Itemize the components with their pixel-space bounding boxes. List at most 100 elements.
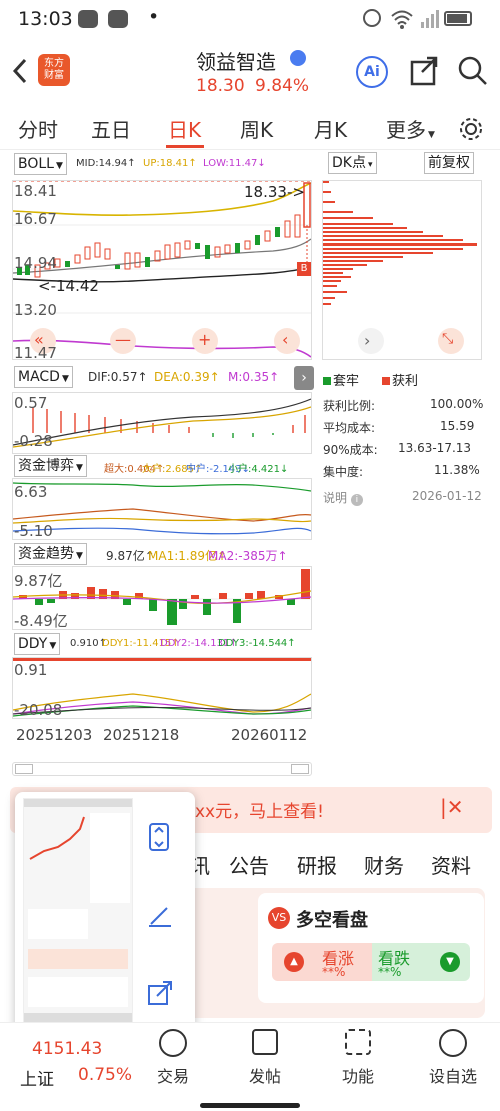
nav-post[interactable]: 发帖: [230, 1029, 300, 1087]
settings-gear-icon[interactable]: [458, 116, 484, 142]
chip-stat-value: 11.38%: [434, 463, 480, 477]
post-icon: [252, 1029, 278, 1055]
kline-scrollbar[interactable]: [12, 762, 312, 776]
nav-function-label: 功能: [341, 1067, 374, 1086]
edit-pen-icon[interactable]: [147, 902, 173, 928]
down-arrow-icon: ▼: [440, 952, 460, 972]
boll-label: BOLL: [18, 156, 54, 172]
boll-axis-top: 18.41: [14, 182, 57, 200]
fund-game-panel[interactable]: [12, 478, 312, 540]
trade-icon: [159, 1029, 187, 1057]
nav-function[interactable]: 功能: [323, 1029, 393, 1087]
stock-price: 18.30: [196, 76, 245, 96]
vote-up-button[interactable]: ▲ 看涨 **%: [272, 943, 372, 981]
expand-icon[interactable]: ⤡: [442, 331, 453, 347]
ddy-3: DDY3:-14.544↑: [218, 638, 296, 649]
ai-button[interactable]: Ai: [356, 56, 388, 88]
nav-add-watchlist-label: 设自选: [428, 1067, 477, 1086]
home-indicator: [200, 1103, 300, 1108]
screenshot-preview-popup[interactable]: [15, 792, 195, 1032]
macd-selector[interactable]: MACD ▼: [14, 366, 73, 388]
legend-trapped-label: 套牢: [333, 374, 360, 389]
back-arrow-icon[interactable]: [12, 58, 28, 84]
zoom-out-icon[interactable]: —: [115, 330, 131, 349]
news-tab-profile[interactable]: 资料: [431, 850, 471, 879]
kline-chart-area: BOLL ▼ MID:14.94↑ UP:18.41↑ LOW:11.47↓ DK…: [0, 150, 500, 790]
nav-trade[interactable]: 交易: [138, 1029, 208, 1087]
fund-game-axis-bottom: -5.10: [14, 522, 53, 540]
macd-panel[interactable]: [12, 392, 312, 454]
status-bar: 13:03 •: [0, 0, 500, 38]
zoom-in-icon[interactable]: +: [198, 330, 211, 349]
chip-legend-trapped: 套牢: [323, 370, 359, 389]
screenshot-thumbnail[interactable]: [23, 798, 133, 1026]
share-out-icon[interactable]: [147, 980, 173, 1006]
macd-dif: DIF:0.57↑: [88, 370, 148, 384]
fuquan-selector[interactable]: 前复权: [424, 152, 474, 174]
chip-legend-profit: 获利: [382, 370, 418, 389]
fast-back-icon[interactable]: «: [34, 330, 44, 349]
promo-text: xx元，马上查看!: [195, 802, 324, 822]
news-tab-announcement[interactable]: 公告: [229, 850, 269, 879]
boll-selector[interactable]: BOLL ▼: [14, 153, 67, 175]
stock-header: 东方 财富 领益智造 18.30 9.84% Ai: [0, 38, 500, 104]
fund-trend-selector[interactable]: 资金趋势 ▼: [14, 543, 87, 565]
tab-more[interactable]: 更多 ▼: [386, 114, 435, 143]
stock-change: 9.84%: [255, 76, 310, 96]
news-tab-research[interactable]: 研报: [297, 850, 337, 879]
kline-svg: [12, 180, 312, 358]
fund-trend-ma2: MA2:-385万↑: [208, 549, 288, 563]
clock: 13:03: [18, 8, 73, 30]
boll-axis-3: 14.94: [14, 254, 57, 272]
step-back-icon[interactable]: ‹: [282, 330, 288, 349]
vote-down-button[interactable]: 看跌 **% ▼: [372, 943, 470, 981]
fund-trend-axis-bottom: -8.49亿: [14, 612, 68, 630]
kline-panel[interactable]: [12, 180, 312, 360]
tab-zhouk[interactable]: 周K: [240, 114, 273, 143]
chip-stat-key: 获利比例:: [323, 399, 376, 413]
macd-label: MACD: [18, 369, 60, 385]
share-icon[interactable]: [410, 56, 438, 86]
chip-distribution-panel[interactable]: [322, 180, 482, 360]
signal-icon: [421, 10, 439, 28]
search-icon[interactable]: [458, 56, 488, 86]
tab-rik[interactable]: 日K: [168, 114, 201, 143]
up-arrow-icon: ▲: [284, 952, 304, 972]
dk-point-selector[interactable]: DK点 ▾: [328, 152, 377, 174]
fund-game-svg: [12, 482, 312, 535]
battery-icon: [444, 11, 472, 26]
chip-next-icon[interactable]: ›: [364, 331, 370, 350]
explain-label: 说明: [323, 491, 348, 505]
duokong-title: 多空看盘: [296, 910, 368, 931]
notification-dot: •: [148, 6, 160, 28]
fund-game-selector[interactable]: 资金博弈 ▼: [14, 455, 87, 477]
panel-expand-arrow-icon[interactable]: ›: [294, 366, 314, 390]
chevron-down-icon: ▼: [428, 130, 435, 140]
macd-svg: [12, 398, 312, 448]
fund-trend-axis-top: 9.87亿: [14, 572, 63, 590]
chip-stat-key: 集中度:: [323, 465, 364, 479]
duokong-card[interactable]: VS 多空看盘 ▲ 看涨 **% 看跌 **% ▼: [258, 893, 484, 1003]
macd-m: M:0.35↑: [228, 370, 280, 384]
chip-histogram: [323, 181, 477, 354]
long-screenshot-icon[interactable]: [147, 822, 171, 852]
tab-wuri[interactable]: 五日: [91, 114, 131, 143]
nav-add-watchlist[interactable]: 设自选: [418, 1029, 488, 1087]
active-tab-underline: [166, 145, 204, 148]
close-icon[interactable]: |✕: [440, 795, 464, 819]
boll-axis-4: 13.20: [14, 301, 57, 319]
fund-game-small: 小户:4.421↓: [228, 464, 289, 475]
tab-yuek[interactable]: 月K: [314, 114, 347, 143]
chip-explain-link[interactable]: 说明 i: [323, 489, 363, 506]
high-price-marker: 18.33->: [244, 183, 305, 201]
news-tab-finance[interactable]: 财务: [364, 850, 404, 879]
scroll-handle-left[interactable]: [15, 764, 33, 774]
tab-more-label: 更多: [386, 118, 426, 142]
boll-mid: MID:14.94↑: [76, 158, 136, 169]
bottom-nav-bar: 4151.43 上证 0.75% 交易 发帖 功能 设自选: [0, 1022, 500, 1111]
scroll-handle-right[interactable]: [291, 764, 309, 774]
tab-fenshi[interactable]: 分时: [18, 114, 58, 143]
ddy-selector[interactable]: DDY ▼: [14, 633, 61, 655]
fund-game-axis-top: 6.63: [14, 483, 48, 501]
macd-axis-top: 0.57: [14, 394, 48, 412]
